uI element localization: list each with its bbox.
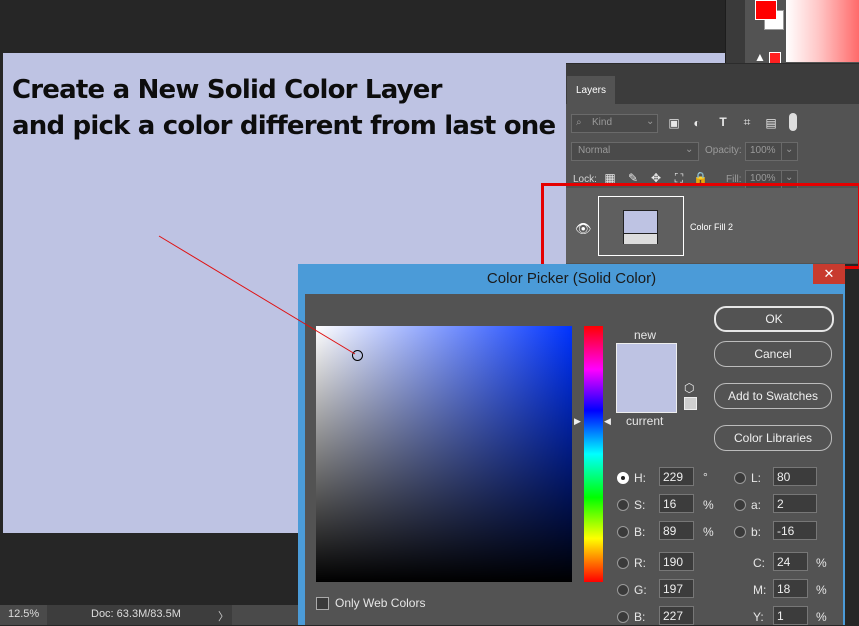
cyan-unit: % xyxy=(816,556,827,570)
yellow-unit: % xyxy=(816,610,827,624)
color-cursor[interactable] xyxy=(352,350,363,361)
blue-label: B: xyxy=(634,610,646,624)
warning-icon: ▲ xyxy=(754,50,766,64)
blend-mode-value: Normal xyxy=(578,145,611,156)
ok-button[interactable]: OK xyxy=(714,306,834,332)
saturation-unit: % xyxy=(703,498,714,512)
opacity-input[interactable]: 100% xyxy=(745,142,782,161)
chevron-down-icon: ⌄ xyxy=(785,172,794,183)
brightness-input[interactable]: 89 xyxy=(659,521,694,540)
color-preview-panel xyxy=(786,0,859,62)
opacity-label: Opacity: xyxy=(705,145,742,156)
adjustment-filter-icon[interactable]: ◐ xyxy=(690,116,704,130)
cancel-button[interactable]: Cancel xyxy=(714,341,832,367)
tab-layers[interactable]: Layers xyxy=(567,76,615,104)
red-input[interactable]: 190 xyxy=(659,552,694,571)
saturation-label: S: xyxy=(634,498,646,512)
kind-filter-label: Kind xyxy=(592,117,613,128)
hue-slider-handle-right-icon[interactable]: ◀ xyxy=(604,416,611,427)
cyan-label: C: xyxy=(753,556,765,570)
lab-l-label: L: xyxy=(751,471,762,485)
only-web-colors-label: Only Web Colors xyxy=(335,596,426,610)
lab-l-input[interactable]: 80 xyxy=(773,467,817,486)
brightness-label: B: xyxy=(634,525,646,539)
add-to-swatches-button[interactable]: Add to Swatches xyxy=(714,383,832,409)
image-filter-icon[interactable]: ▣ xyxy=(667,116,681,130)
hue-label: H: xyxy=(634,471,646,485)
doc-info: Doc: 63.3M/83.5M xyxy=(47,605,232,625)
brightness-unit: % xyxy=(703,525,714,539)
foreground-color-swatch[interactable] xyxy=(755,0,777,20)
hue-slider-handle-left-icon[interactable]: ▶ xyxy=(574,416,581,427)
tutorial-annotation: Create a New Solid Color Layer and pick … xyxy=(12,72,556,144)
color-libraries-button[interactable]: Color Libraries xyxy=(714,425,832,451)
hue-unit: ° xyxy=(703,470,708,484)
tab-layers-label: Layers xyxy=(576,85,607,96)
lab-b-label: b: xyxy=(751,525,762,539)
red-label: R: xyxy=(634,556,646,570)
radio-brightness[interactable] xyxy=(617,526,629,538)
search-icon: ⌕ xyxy=(576,117,582,128)
annotation-line-1: Create a New Solid Color Layer xyxy=(12,75,442,105)
magenta-label: M: xyxy=(753,583,767,597)
close-button[interactable]: ✕ xyxy=(813,264,845,284)
radio-lab-b[interactable] xyxy=(734,526,746,538)
magenta-unit: % xyxy=(816,583,827,597)
yellow-label: Y: xyxy=(753,610,764,624)
shape-filter-icon[interactable]: ⌗ xyxy=(740,115,754,130)
radio-saturation[interactable] xyxy=(617,499,629,511)
gamut-cube-icon[interactable]: ⬡ xyxy=(684,381,694,395)
saturation-input[interactable]: 16 xyxy=(659,494,694,513)
cyan-input[interactable]: 24 xyxy=(773,552,808,571)
lab-b-input[interactable]: -16 xyxy=(773,521,817,540)
web-safe-color-icon[interactable] xyxy=(684,397,697,410)
chevron-down-icon: ⌄ xyxy=(685,144,694,155)
annotation-line-2: and pick a color different from last one xyxy=(12,111,556,141)
radio-red[interactable] xyxy=(617,557,629,569)
radio-lightness[interactable] xyxy=(734,472,746,484)
yellow-input[interactable]: 1 xyxy=(773,606,808,625)
hue-input[interactable]: 229 xyxy=(659,467,694,486)
highlight-box xyxy=(541,183,859,269)
hue-slider[interactable] xyxy=(584,326,603,582)
blue-input[interactable]: 227 xyxy=(659,606,694,625)
chevron-right-icon[interactable]: 〉 xyxy=(218,608,229,624)
current-color-label: current xyxy=(626,414,664,428)
chevron-down-icon: ⌄ xyxy=(785,144,794,155)
green-input[interactable]: 197 xyxy=(659,579,694,598)
saturation-brightness-field[interactable] xyxy=(316,326,572,582)
radio-hue[interactable] xyxy=(617,472,629,484)
magenta-input[interactable]: 18 xyxy=(773,579,808,598)
filter-toggle[interactable] xyxy=(789,113,797,131)
only-web-colors-checkbox[interactable] xyxy=(316,597,329,610)
kind-filter-select[interactable]: ⌕ Kind ⌄ xyxy=(571,114,658,133)
type-filter-icon[interactable]: T xyxy=(716,115,730,129)
new-color-label: new xyxy=(634,328,657,342)
lab-a-label: a: xyxy=(751,498,762,512)
radio-green[interactable] xyxy=(617,584,629,596)
blend-mode-select[interactable]: Normal ⌄ xyxy=(571,142,699,161)
chevron-down-icon: ⌄ xyxy=(646,116,655,127)
smart-object-filter-icon[interactable]: ▤ xyxy=(764,116,778,130)
new-color-swatch xyxy=(616,343,677,413)
doc-size-text: Doc: 63.3M/83.5M xyxy=(91,608,181,620)
green-label: G: xyxy=(634,583,647,597)
lab-a-input[interactable]: 2 xyxy=(773,494,817,513)
radio-blue[interactable] xyxy=(617,611,629,623)
opacity-dropdown[interactable]: ⌄ xyxy=(781,142,798,161)
opacity-value: 100% xyxy=(750,145,776,156)
dialog-title[interactable]: Color Picker (Solid Color) xyxy=(298,264,845,294)
radio-lab-a[interactable] xyxy=(734,499,746,511)
zoom-level[interactable]: 12.5% xyxy=(8,608,39,620)
